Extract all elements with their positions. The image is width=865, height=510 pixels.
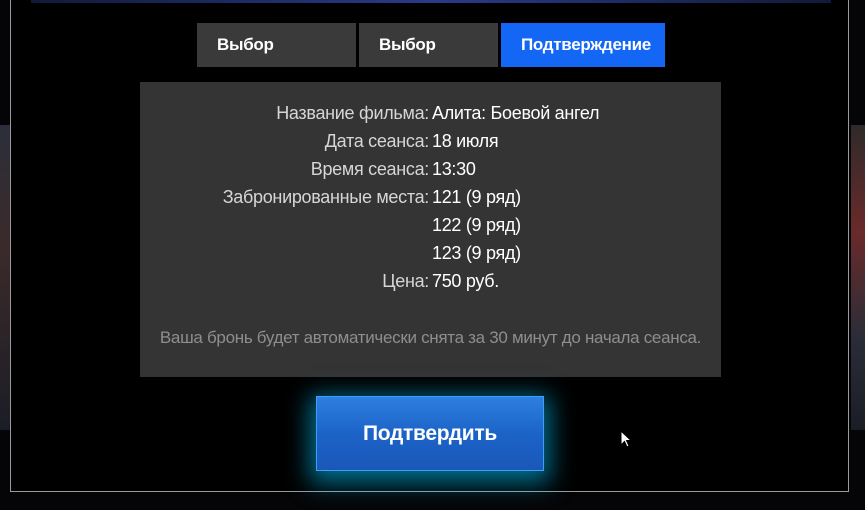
booking-note: Ваша бронь будет автоматически снята за … — [159, 328, 702, 347]
date-row: Дата сеанса: 18 июля — [140, 131, 721, 159]
seat-value: 122 (9 ряд) — [432, 215, 521, 235]
booking-summary-panel: Название фильма: Алита: Боевой ангел Дат… — [140, 82, 721, 377]
tab-time-selection[interactable]: Выбор времени — [197, 23, 356, 98]
price-row: Цена: 750 руб. — [140, 271, 721, 299]
price-label: Цена: — [382, 271, 429, 291]
film-label: Название фильма: — [276, 103, 429, 123]
date-label: Дата сеанса: — [324, 131, 430, 151]
seat-value: 121 (9 ряд) — [432, 187, 521, 207]
seats-row: 122 (9 ряд) — [140, 215, 721, 243]
confirm-button[interactable]: Подтвердить — [316, 396, 544, 471]
tab-seat-selection[interactable]: Выбор места — [359, 23, 498, 98]
time-value: 13:30 — [432, 159, 476, 179]
price-value: 750 руб. — [432, 271, 499, 291]
booking-modal: Выбор времени Выбор места Подтверждение … — [10, 0, 849, 492]
seats-row: 123 (9 ряд) — [140, 243, 721, 271]
film-row: Название фильма: Алита: Боевой ангел — [140, 103, 721, 131]
tab-confirmation[interactable]: Подтверждение — [501, 23, 665, 67]
modal-top-banner — [31, 0, 831, 3]
seats-label: Забронированные места: — [222, 187, 430, 207]
background-page-left — [0, 125, 10, 430]
date-value: 18 июля — [432, 131, 499, 151]
mouse-pointer-icon — [620, 430, 632, 448]
time-row: Время сеанса: 13:30 — [140, 159, 721, 187]
seat-value: 123 (9 ряд) — [432, 243, 521, 263]
booking-steps-tabs: Выбор времени Выбор места Подтверждение — [197, 23, 665, 98]
film-value: Алита: Боевой ангел — [432, 103, 600, 123]
background-page-right — [851, 125, 865, 430]
seats-row: Забронированные места: 121 (9 ряд) — [140, 187, 721, 215]
time-label: Время сеанса: — [310, 159, 430, 179]
